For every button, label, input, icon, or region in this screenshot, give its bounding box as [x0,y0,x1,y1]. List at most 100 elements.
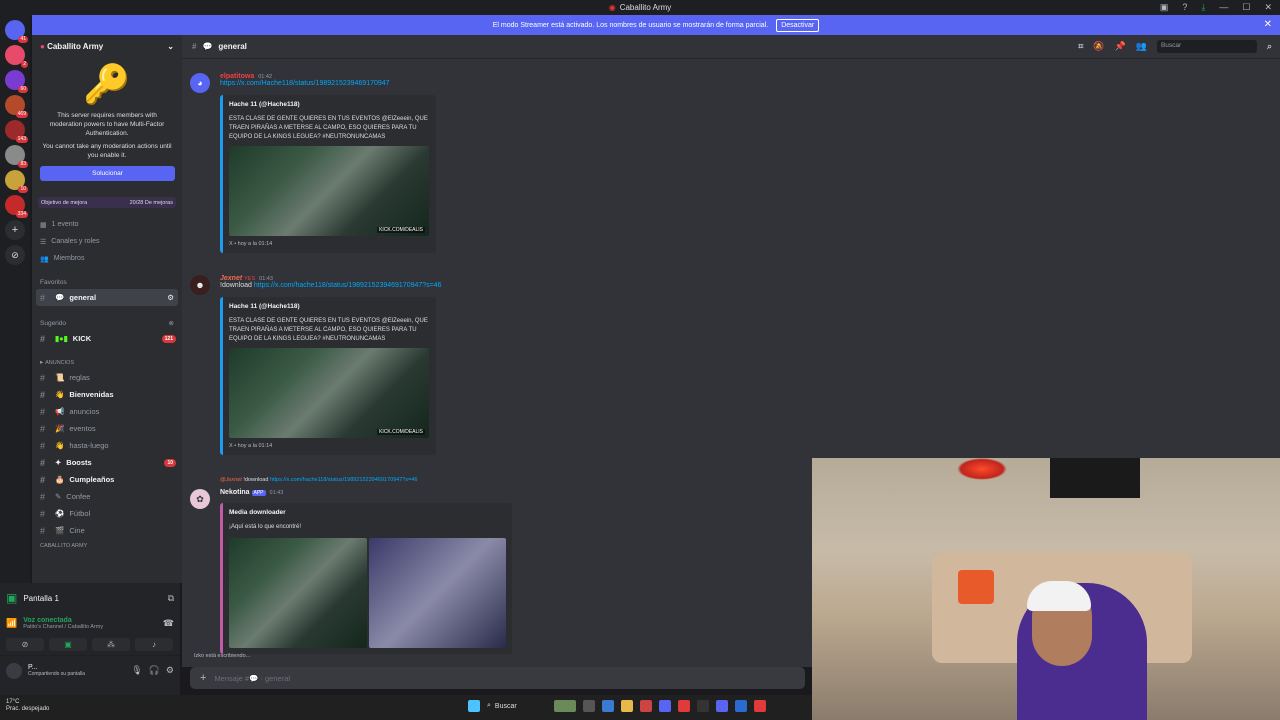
channel-item[interactable]: # 🎬 Cine [32,522,182,539]
notifications-icon[interactable]: 🔕 [1093,41,1104,52]
app-icon[interactable] [754,700,766,712]
solve-button[interactable]: Solucionar [40,166,175,181]
channel-item[interactable]: # ✦ Boosts 10 [32,454,182,471]
pin-icon[interactable]: 📌 [1115,41,1126,52]
guild-icon[interactable]: 10 [5,170,28,193]
embed-image[interactable]: KICK.COM/DEALIS [229,348,429,438]
folder-icon[interactable] [621,700,633,712]
message-input[interactable]: + Mensaje #💬 · general [190,667,805,689]
author-name[interactable]: Nekotina [220,489,250,496]
embed-text: ESTA CLASE DE GENTE QUIERES EN TUS EVENT… [229,318,428,342]
close-banner-icon[interactable]: ✕ [1264,19,1272,30]
share-screen-button[interactable]: ▣ [49,637,87,651]
start-icon[interactable] [468,700,480,712]
headphones-icon[interactable]: 🎧 [149,665,160,676]
guild-icon[interactable]: 469 [5,95,28,118]
suggested-section[interactable]: Sugerido ⊗ [32,316,182,330]
guild-icon[interactable]: 2 [5,45,28,68]
channel-item[interactable]: # 🎂 Cumpleaños [32,471,182,488]
maximize-button[interactable]: ☐ [1242,2,1250,13]
author-name[interactable]: elpatitowa [220,73,254,80]
message-link[interactable]: https://x.com/Hache118/status/1989215239… [220,80,390,87]
reply-preview[interactable]: @Jexnet !download https://x.com/hache118… [220,477,417,483]
settings-icon[interactable]: ⚙ [167,293,174,302]
webcam-overlay [812,458,1280,720]
channel-emoji-icon: 🎉 [55,424,65,433]
close-button[interactable]: ✕ [1264,2,1272,13]
weather-widget[interactable]: 17°C Prac. despejado [6,699,49,713]
threads-icon[interactable]: ⌗ [1078,41,1083,52]
key-icon: 🔑 [83,64,131,106]
menu-channels-roles[interactable]: ☰ Canales y roles [32,233,182,250]
gear-icon[interactable]: ⚙ [166,665,174,676]
soundboard-button[interactable]: ♪ [135,637,173,651]
discord-icon[interactable] [716,700,728,712]
video-thumbnail[interactable] [368,538,506,648]
boost-goal[interactable]: Objetivo de mejora 20/28 De mejoras [38,197,176,208]
channel-item[interactable]: # 🎉 eventos [32,420,182,437]
favorites-section[interactable]: Favoritos [32,275,182,289]
channel-item[interactable]: # ✎ Confee [32,488,182,505]
category-header[interactable]: CABALLITO ARMY [32,539,182,553]
guild-icon[interactable]: 60 [5,70,28,93]
activities-button[interactable]: ⁂ [92,637,130,651]
app-icon[interactable] [678,700,690,712]
channel-label: Fútbol [69,509,91,518]
add-attachment-icon[interactable]: + [200,672,206,684]
channel-general[interactable]: # 💬 general ⚙ [36,289,178,306]
disconnect-icon[interactable]: ☎ [163,618,174,629]
screen-icon[interactable]: ▣ [1160,2,1169,13]
voice-channel[interactable]: Patito's Channel / Caballito Army [23,624,103,630]
embed-title[interactable]: Hache 11 (@Hache118) [229,101,430,108]
taskbar-search[interactable]: ⌕ Buscar [487,702,547,710]
search-icon[interactable]: ⌕ [1267,41,1272,52]
app-icon[interactable] [640,700,652,712]
guild-icon[interactable]: 334 [5,195,28,218]
channel-item[interactable]: # ⚽ Fútbol [32,505,182,522]
download-icon[interactable]: ⤓ [1201,2,1205,13]
author-name[interactable]: Jexnet [220,275,242,282]
guild-icon[interactable]: 143 [5,120,28,143]
close-icon[interactable]: ⊗ [169,319,174,327]
embed-title[interactable]: Hache 11 (@Hache118) [229,303,430,310]
guild-icon[interactable]: 83 [5,145,28,168]
mic-icon[interactable]: 🎙 [131,665,142,676]
avatar[interactable]: ✿ [190,489,210,509]
hash-icon: # [40,406,46,417]
anuncios-category[interactable]: ▸ ANUNCIOS [32,355,182,369]
channel-item[interactable]: # 👋 Bienvenidas [32,386,182,403]
members-icon[interactable]: 👥 [1136,41,1147,52]
app-icon[interactable] [697,700,709,712]
avatar[interactable]: ☻ [190,275,210,295]
menu-members[interactable]: 👥 Miembros [32,250,182,267]
avatar[interactable] [6,662,22,679]
channel-item[interactable]: # 👋 hasta-luego [32,437,182,454]
channel-kick[interactable]: # ▮●▮ KICK 121 [32,330,182,347]
search-input[interactable]: Buscar [1156,40,1257,53]
embed-image[interactable]: KICK.COM/DEALIS [229,146,429,236]
deactivate-button[interactable]: Desactivar [776,18,820,32]
help-icon[interactable]: ? [1182,2,1187,13]
explore-icon[interactable]: ⊘ [5,245,25,265]
popout-icon[interactable]: ⧉ [168,593,174,604]
server-header[interactable]: ● Caballito Army ⌄ [32,35,182,57]
app-icon[interactable] [735,700,747,712]
channel-emoji-icon: 🎂 [55,475,65,484]
app-icon[interactable] [602,700,614,712]
app-icon[interactable] [554,700,576,712]
channel-item[interactable]: # 📢 anuncios [32,403,182,420]
channel-emoji-icon: ⚽ [55,509,65,518]
app-icon[interactable] [583,700,595,712]
minimize-button[interactable]: — [1219,2,1228,13]
app-icon[interactable] [659,700,671,712]
camera-button[interactable]: ⊘ [6,637,44,651]
video-thumbnail[interactable] [229,538,367,648]
message-link[interactable]: https://x.com/hache118/status/1989215239… [254,282,442,289]
hash-icon: # [40,457,46,468]
channel-item[interactable]: # 📜 reglas [32,369,182,386]
avatar[interactable]: ◕ [190,73,210,93]
add-server-icon[interactable]: + [5,220,25,240]
home-icon[interactable]: 41 [5,20,28,43]
menu-events[interactable]: ▦ 1 evento [32,216,182,233]
goal-value: 20/28 De mejoras [129,199,173,206]
